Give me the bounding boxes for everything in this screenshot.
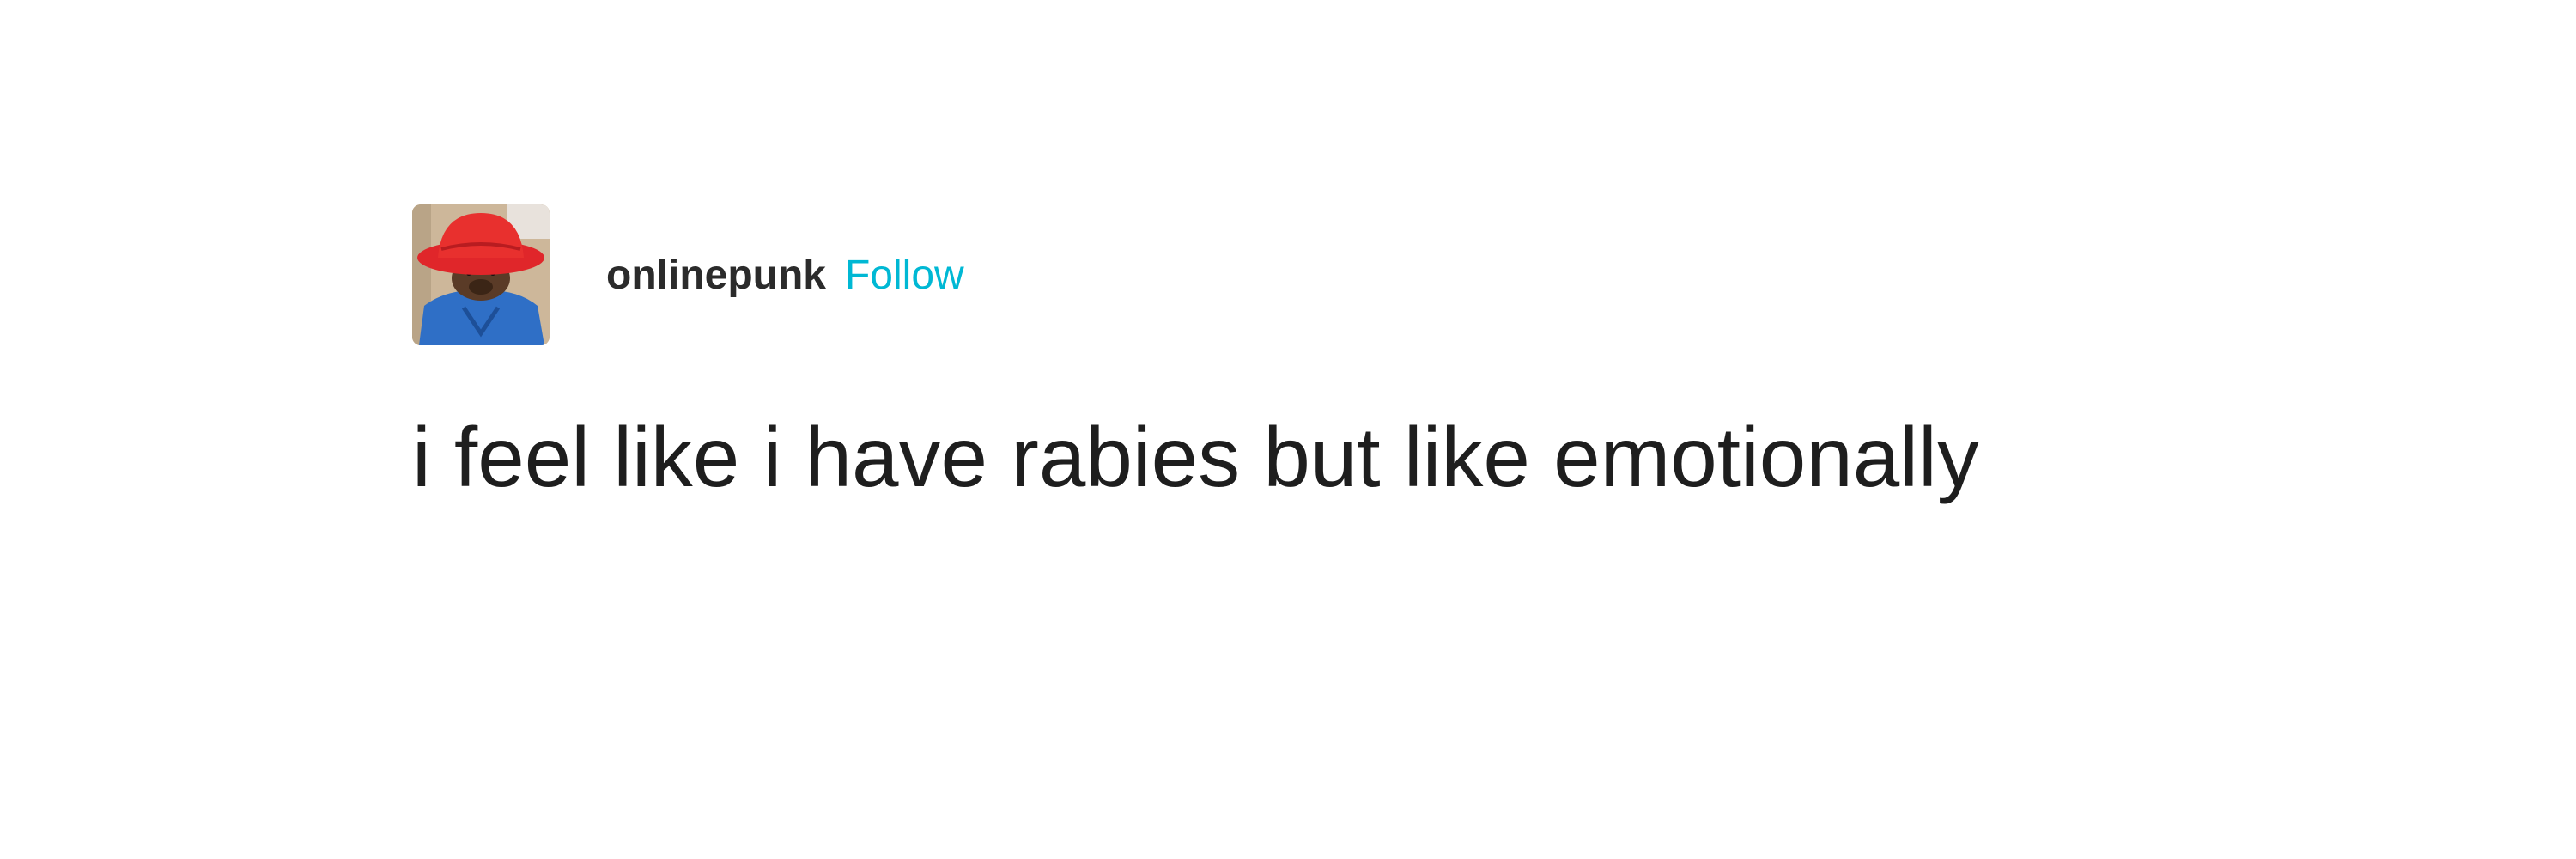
follow-button[interactable]: Follow	[845, 252, 964, 299]
post-header: onlinepunk Follow	[412, 204, 2301, 345]
paddington-bear-avatar-icon	[412, 204, 550, 345]
screenshot-canvas: onlinepunk Follow i feel like i have rab…	[0, 0, 2576, 859]
post-card: onlinepunk Follow i feel like i have rab…	[412, 204, 2301, 517]
avatar[interactable]	[412, 204, 550, 345]
post-body-text: i feel like i have rabies but like emoti…	[412, 410, 1979, 504]
username[interactable]: onlinepunk	[606, 252, 826, 299]
